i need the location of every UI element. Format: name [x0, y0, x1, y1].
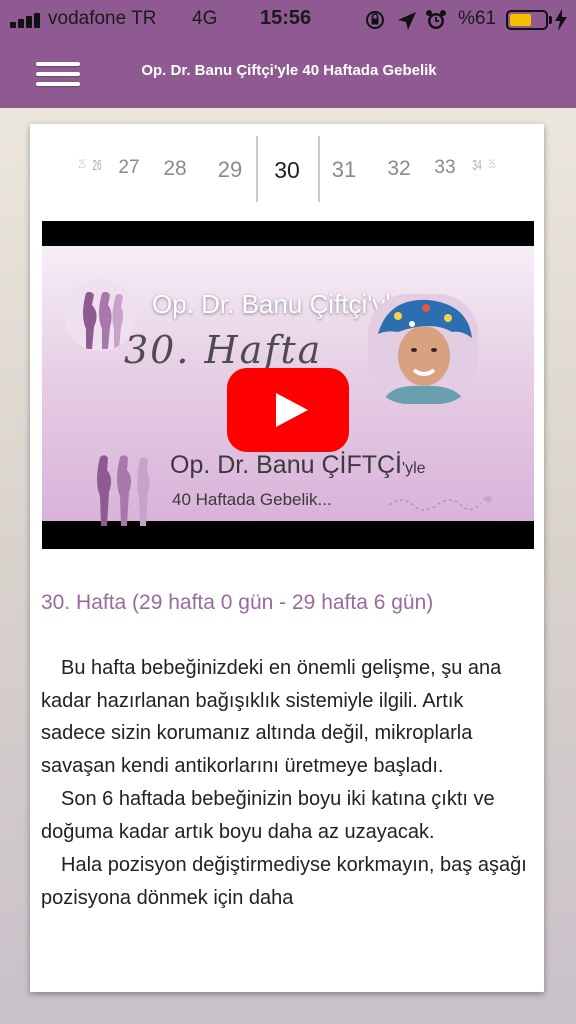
week-selection-divider: [318, 136, 320, 202]
status-bar: vodafone TR 4G 15:56 %61: [0, 0, 576, 40]
brand-suffix: 'yle: [402, 460, 426, 477]
week-26[interactable]: 26: [92, 157, 101, 174]
week-overlay-text: 30. Hafta: [124, 328, 323, 372]
carrier-name: vodafone TR: [48, 8, 157, 29]
network-type: 4G: [192, 8, 218, 29]
battery-icon: [506, 10, 548, 30]
week-25[interactable]: 25: [78, 157, 85, 171]
youtube-play-icon[interactable]: [227, 368, 349, 452]
week-34[interactable]: 34: [472, 157, 481, 174]
page-title: Op. Dr. Banu Çiftçi'yle 40 Haftada Gebel…: [141, 62, 437, 79]
week-33[interactable]: 33: [434, 157, 455, 179]
doctor-photo: [368, 294, 478, 404]
week-selection-divider: [256, 136, 258, 202]
week-30[interactable]: 30: [274, 157, 300, 184]
content-card: 25 26 27 28 29 30 31 32 33 34 35 Op. Dr. Banu Çift…: [30, 124, 544, 992]
week-selector[interactable]: 25 26 27 28 29 30 31 32 33 34 35: [30, 124, 544, 216]
brand-name: Op. Dr. Banu ÇİFTÇİ'yle: [170, 451, 426, 479]
app-header-bar: vodafone TR 4G 15:56 %61 Op. Dr. Banu Çi…: [0, 0, 576, 108]
orientation-lock-icon: [366, 11, 384, 29]
location-arrow-icon: [398, 12, 416, 30]
video-player[interactable]: Op. Dr. Banu Çiftçi'yle 4... 30. Hafta O…: [42, 221, 534, 549]
week-35[interactable]: 35: [488, 157, 495, 171]
alarm-icon: [426, 10, 446, 29]
battery-percent: %61: [458, 8, 497, 29]
week-32[interactable]: 32: [387, 157, 410, 181]
signal-strength-icon: [10, 12, 46, 28]
charging-bolt-icon: [555, 9, 567, 31]
week-27[interactable]: 27: [118, 157, 139, 179]
decorative-swirl-icon: [388, 496, 493, 511]
status-time: 15:56: [260, 7, 312, 29]
brand-subtitle: 40 Haftada Gebelik...: [172, 490, 332, 509]
brand-silhouettes-icon: [97, 455, 150, 526]
article-paragraph: Hala pozisyon değiştirmediyse korkmayın,…: [41, 854, 527, 909]
week-28[interactable]: 28: [163, 157, 186, 181]
article-body: Bu hafta bebeğinizdeki en önemli gelişme…: [41, 652, 531, 915]
article-paragraph: Bu hafta bebeğinizdeki en önemli gelişme…: [41, 657, 502, 777]
week-29[interactable]: 29: [218, 157, 242, 183]
week-31[interactable]: 31: [332, 157, 356, 183]
article-paragraph: Son 6 haftada bebeğinizin boyu iki katın…: [41, 788, 495, 843]
video-thumbnail[interactable]: Op. Dr. Banu Çiftçi'yle 4... 30. Hafta O…: [42, 246, 534, 526]
hamburger-menu-icon[interactable]: [36, 60, 82, 90]
article-heading: 30. Hafta (29 hafta 0 gün - 29 hafta 6 g…: [41, 591, 434, 614]
status-icons: [366, 10, 446, 30]
